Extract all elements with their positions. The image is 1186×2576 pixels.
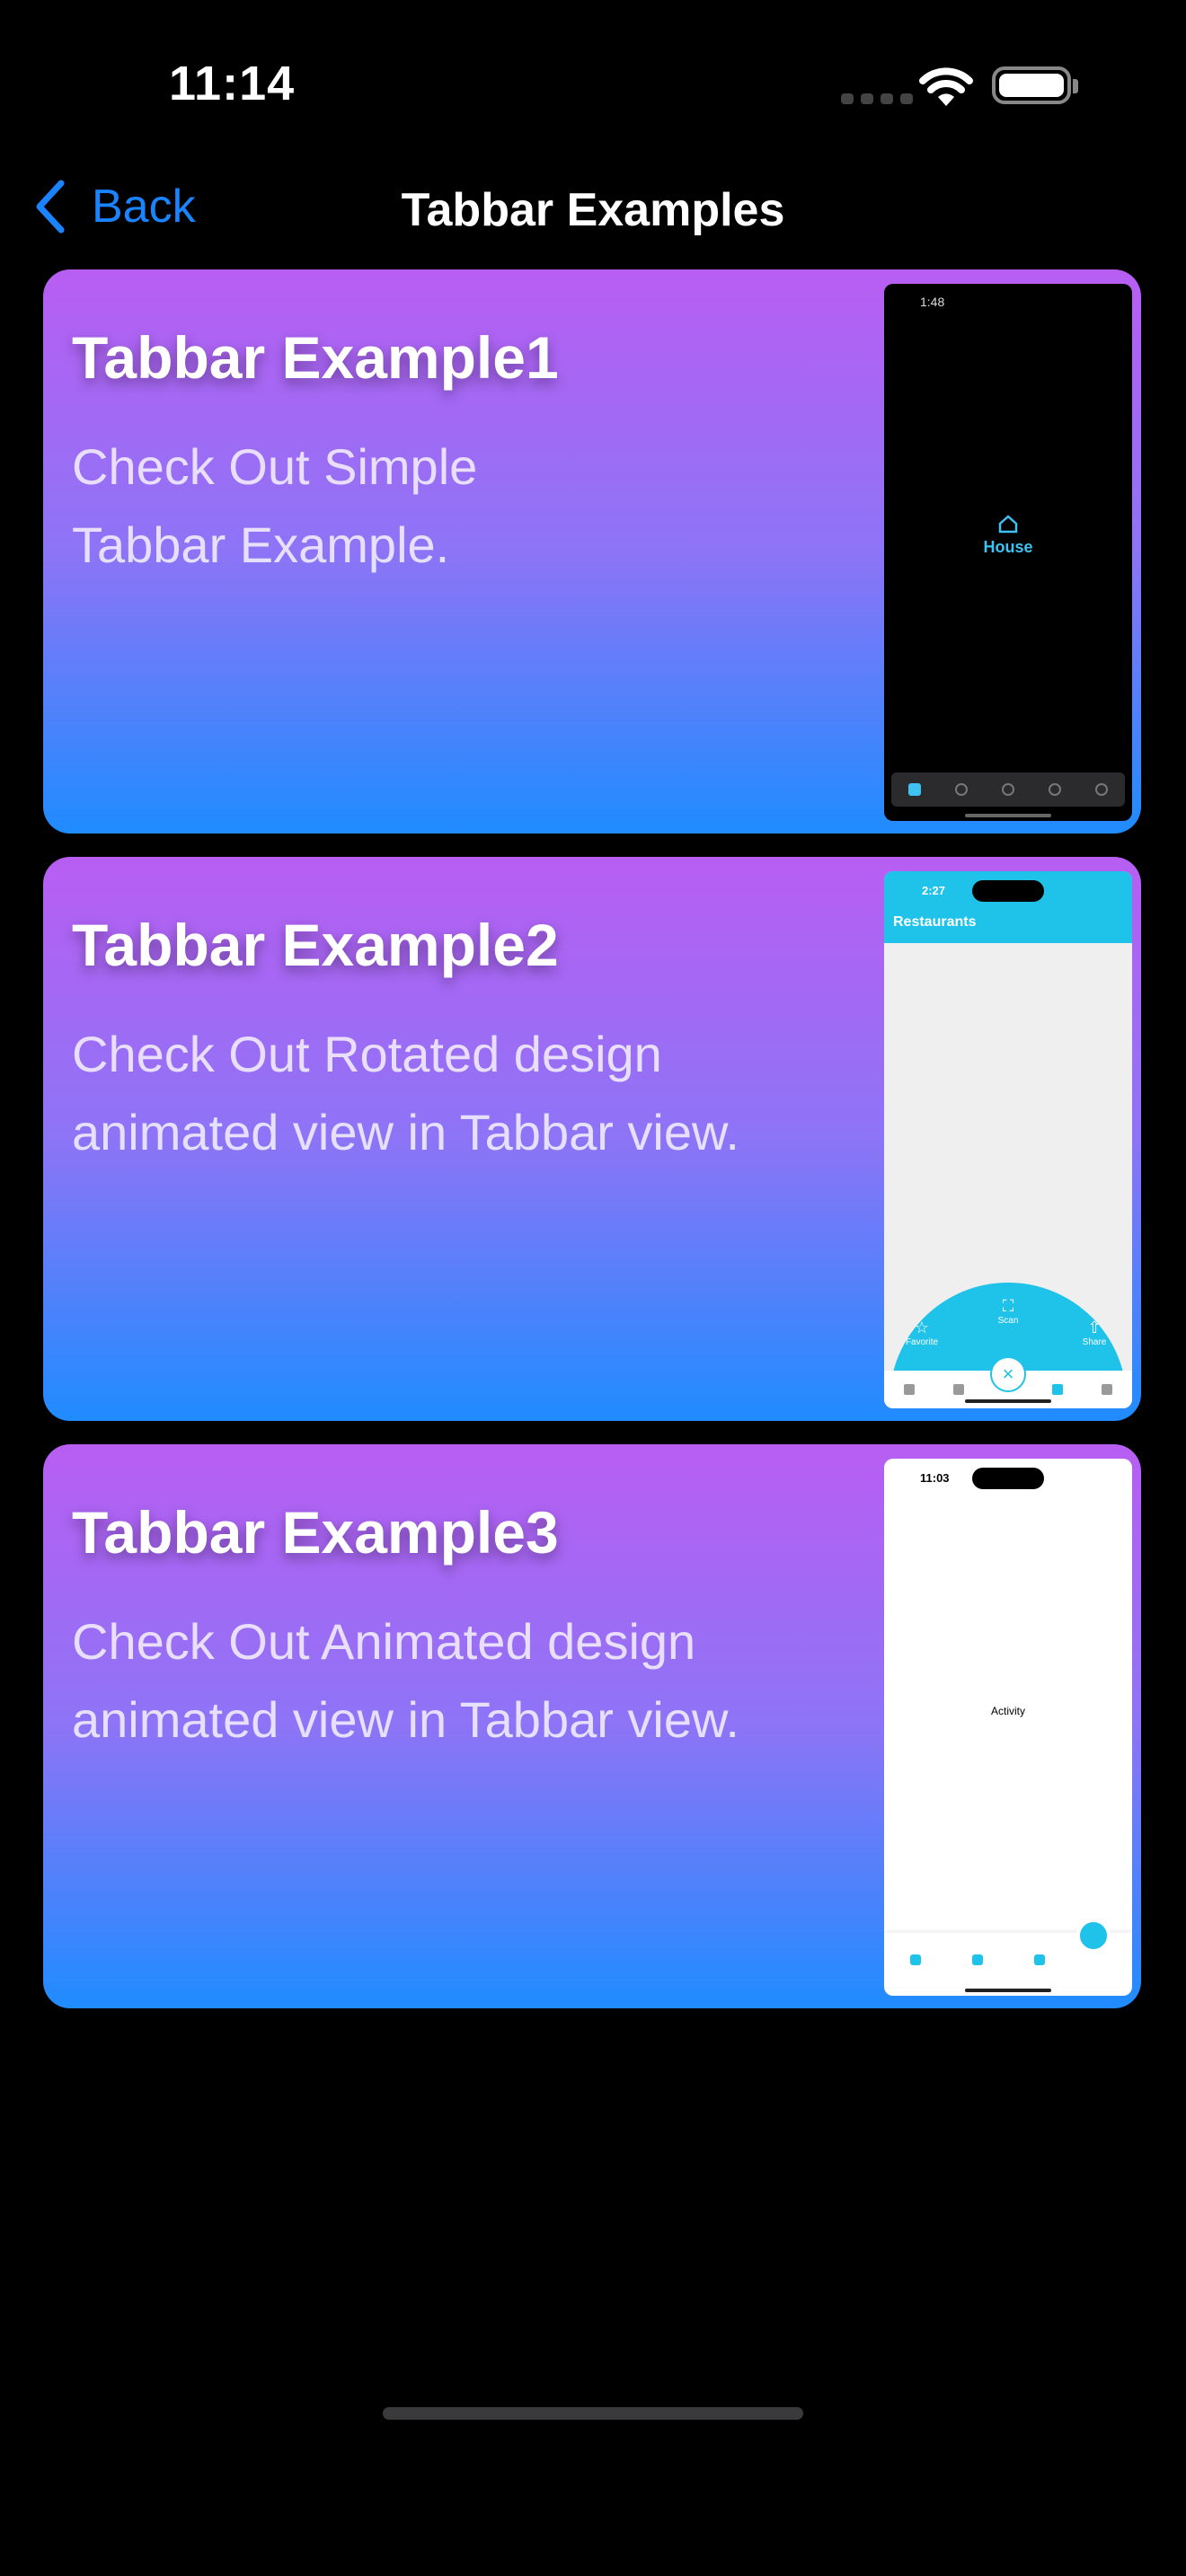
preview-center-label: House bbox=[884, 514, 1132, 557]
card-title: Tabbar Example2 bbox=[72, 912, 559, 978]
bell-icon bbox=[1076, 1919, 1111, 1953]
dynamic-island bbox=[972, 880, 1044, 902]
preview-tabbar bbox=[891, 772, 1125, 807]
scan-icon: ⛶ bbox=[1002, 1297, 1014, 1315]
dynamic-island bbox=[972, 1468, 1044, 1489]
card-description: Check Out Rotated design animated view i… bbox=[72, 1026, 739, 1160]
card-tabbar-example2[interactable]: Tabbar Example2 Check Out Rotated design… bbox=[43, 857, 1141, 1421]
wifi-icon bbox=[919, 67, 973, 106]
preview-action-scan: ⛶ Scan bbox=[981, 1297, 1035, 1326]
preview-screenshot: 11:03 Activity bbox=[884, 1459, 1132, 1996]
preview-home-indicator bbox=[965, 1399, 1051, 1403]
card-tabbar-example1[interactable]: Tabbar Example1 Check Out Simple Tabbar … bbox=[43, 269, 1141, 834]
star-icon: ☆ bbox=[914, 1319, 930, 1337]
preview-center-label: Activity bbox=[990, 1705, 1025, 1717]
preview-screenshot: 2:27 Restaurants ☆ Favorite ⛶ Scan ⇧ Share … bbox=[884, 871, 1132, 1408]
card-tabbar-example3[interactable]: Tabbar Example3 Check Out Animated desig… bbox=[43, 1444, 1141, 2008]
preview-home-indicator bbox=[965, 814, 1051, 817]
preview-action-share: ⇧ Share bbox=[1067, 1319, 1121, 1347]
share-icon: ⇧ bbox=[1087, 1319, 1102, 1337]
home-icon bbox=[998, 515, 1018, 534]
preview-time: 11:03 bbox=[920, 1471, 950, 1485]
card-title: Tabbar Example1 bbox=[72, 324, 559, 391]
preview-house-label: House bbox=[983, 538, 1033, 556]
page-title: Tabbar Examples bbox=[401, 184, 785, 236]
preview-home-indicator bbox=[965, 1989, 1051, 1992]
preview-time: 1:48 bbox=[920, 295, 945, 309]
battery-icon bbox=[992, 66, 1071, 104]
preview-header-title: Restaurants bbox=[893, 914, 977, 930]
preview-action-favorite: ☆ Favorite bbox=[895, 1319, 949, 1347]
preview-time: 2:27 bbox=[922, 884, 946, 897]
cellular-signal-icon bbox=[841, 93, 913, 104]
card-description: Check Out Animated design animated view … bbox=[72, 1613, 739, 1748]
battery-tip bbox=[1073, 79, 1078, 93]
preview-screenshot: 1:48 House bbox=[884, 284, 1132, 821]
home-indicator bbox=[383, 2407, 803, 2420]
status-time: 11:14 bbox=[169, 57, 296, 110]
card-description: Check Out Simple Tabbar Example. bbox=[72, 438, 478, 573]
close-icon: × bbox=[990, 1356, 1026, 1392]
card-title: Tabbar Example3 bbox=[72, 1499, 559, 1566]
